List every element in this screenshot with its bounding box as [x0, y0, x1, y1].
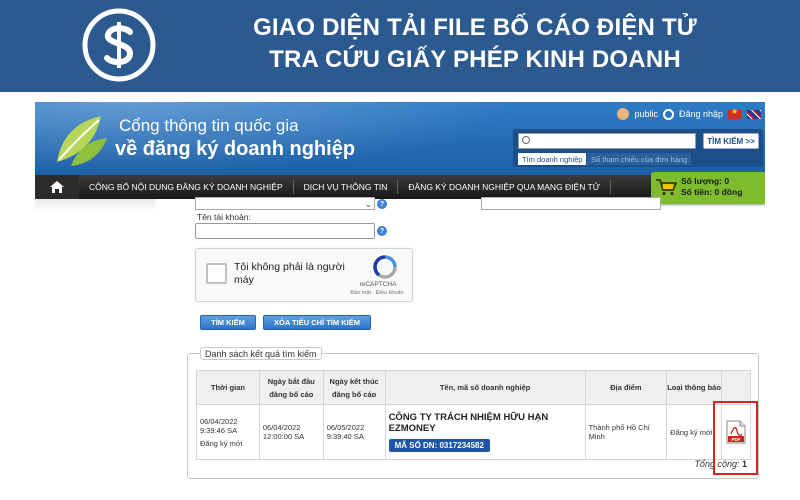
chevron-down-icon: ⌄: [364, 199, 372, 209]
recaptcha-checkbox[interactable]: [206, 263, 227, 284]
cell-company: CÔNG TY TRÁCH NHIỆM HỮU HẠN EZMONEY MÃ S…: [384, 404, 586, 460]
time-clock: 9:39:46 SA: [200, 425, 238, 435]
vietnam-flag-icon[interactable]: [728, 107, 742, 119]
banner-title-line1: GIAO DIỆN TẢI FILE BỐ CÁO ĐIỆN TỬ: [253, 14, 697, 41]
dollar-logo-icon: [82, 8, 156, 82]
recaptcha-widget: Tôi không phải là người máy reCAPTCHA Bả…: [195, 248, 413, 302]
cart-icon: [656, 179, 677, 196]
header-file: [720, 370, 752, 405]
recaptcha-text: Tôi không phải là người máy: [234, 261, 345, 286]
power-icon: [662, 108, 674, 120]
start-date: 06/04/2022: [262, 423, 301, 432]
recaptcha-brand: reCAPTCHA: [359, 281, 397, 288]
search-input[interactable]: [518, 133, 696, 149]
results-table: Thời gian Ngày bắt đầu đăng bố cáo Ngày …: [196, 370, 752, 460]
end-date: 06/05/2022: [326, 423, 365, 432]
leaf-logo-icon: [57, 116, 107, 166]
recaptcha-logo-icon: [373, 255, 397, 279]
search-button[interactable]: TÌM KIẾM: [200, 315, 256, 330]
table-header-row: Thời gian Ngày bắt đầu đăng bố cáo Ngày …: [196, 370, 752, 405]
nav-item-online-registration[interactable]: ĐĂNG KÝ DOANH NGHIỆP QUA MẠNG ĐIỆN TỬ: [398, 180, 612, 194]
user-bar: public Đăng nhập: [617, 105, 761, 123]
top-banner: GIAO DIỆN TẢI FILE BỐ CÁO ĐIỆN TỬ TRA CỨ…: [0, 0, 800, 92]
help-icon[interactable]: ?: [377, 199, 387, 209]
portal-title-line2: về đăng ký doanh nghiệp: [115, 138, 356, 160]
uk-flag-icon[interactable]: [747, 109, 761, 119]
login-link[interactable]: Đăng nhập: [679, 109, 723, 119]
banner-title-line2: TRA CỨU GIẤY PHÉP KINH DOANH: [269, 46, 681, 73]
cart-quantity: Số lượng: 0: [681, 176, 730, 186]
home-button[interactable]: [35, 175, 79, 199]
cart-amount: Số tiền: 0 đồng: [681, 187, 743, 197]
banner-title: GIAO DIỆN TẢI FILE BỐ CÁO ĐIỆN TỬ TRA CỨ…: [190, 12, 760, 76]
search-icon: [522, 136, 530, 144]
text-field-top-right[interactable]: [481, 197, 661, 210]
time-date: 06/04/2022: [200, 416, 238, 426]
account-input[interactable]: [195, 223, 375, 239]
portal-title-line1: Cổng thông tin quốc gia: [119, 116, 299, 135]
start-time: 12:00:00 SA: [262, 432, 305, 441]
header-company: Tên, mã số doanh nghiệp: [384, 370, 586, 405]
cell-time: 06/04/2022 9:39:46 SA Đăng ký mới: [196, 404, 260, 460]
end-time: 9:39:40 SA: [326, 432, 364, 441]
home-icon: [50, 181, 64, 193]
header-start-date: Ngày bắt đầu đăng bố cáo: [258, 370, 324, 405]
header-search: TÌM KIẾM >> Tìm doanh nghiệp Số tham chi…: [513, 129, 763, 167]
tax-code-badge: MÃ SỐ DN: 0317234582: [388, 439, 490, 452]
results-legend: Danh sách kết quả tìm kiếm: [200, 347, 322, 360]
cell-start-date: 06/04/2022 12:00:00 SA: [258, 404, 324, 460]
recaptcha-links[interactable]: Bảo mật - Điều khoản: [342, 290, 412, 296]
cart-widget[interactable]: Số lượng: 0 Số tiền: 0 đồng: [651, 172, 765, 204]
portal-page: Cổng thông tin quốc gia về đăng ký doanh…: [35, 102, 765, 500]
table-row: 06/04/2022 9:39:46 SA Đăng ký mới 06/04/…: [196, 404, 752, 460]
user-icon: [617, 108, 630, 120]
cell-end-date: 06/05/2022 9:39:40 SA: [322, 404, 386, 460]
tab-find-business[interactable]: Tìm doanh nghiệp: [518, 153, 587, 165]
nav-item-publish[interactable]: CÔNG BỐ NỘI DUNG ĐĂNG KÝ DOANH NGHIỆP: [79, 180, 294, 194]
cart-summary: Số lượng: 0 Số tiền: 0 đồng: [681, 176, 742, 198]
search-submit-button[interactable]: TÌM KIẾM >>: [703, 133, 759, 149]
tab-order-reference[interactable]: Số tham chiếu của đơn hàng: [587, 153, 692, 165]
pdf-highlight-box: [713, 401, 758, 475]
cell-location: Thành phố Hồ Chí Minh: [584, 404, 668, 460]
time-status: Đăng ký mới: [200, 438, 243, 448]
company-name[interactable]: CÔNG TY TRÁCH NHIỆM HỮU HẠN EZMONEY: [389, 412, 582, 434]
header-time: Thời gian: [196, 370, 260, 405]
portal-header: Cổng thông tin quốc gia về đăng ký doanh…: [35, 102, 765, 175]
account-label: Tên tài khoản:: [197, 212, 251, 222]
help-icon-account[interactable]: ?: [377, 226, 387, 236]
header-end-date: Ngày kết thúc đăng bố cáo: [322, 370, 386, 405]
clear-criteria-button[interactable]: XÓA TIÊU CHÍ TÌM KIẾM: [263, 315, 371, 330]
header-location: Địa điểm: [584, 370, 668, 405]
public-label[interactable]: public: [634, 109, 658, 119]
nav-item-info-services[interactable]: DỊCH VỤ THÔNG TIN: [294, 180, 399, 194]
select-field-top[interactable]: ⌄: [195, 197, 375, 210]
header-notice-type: Loại thông báo: [666, 370, 722, 405]
sidebar-shadow: [35, 199, 155, 211]
